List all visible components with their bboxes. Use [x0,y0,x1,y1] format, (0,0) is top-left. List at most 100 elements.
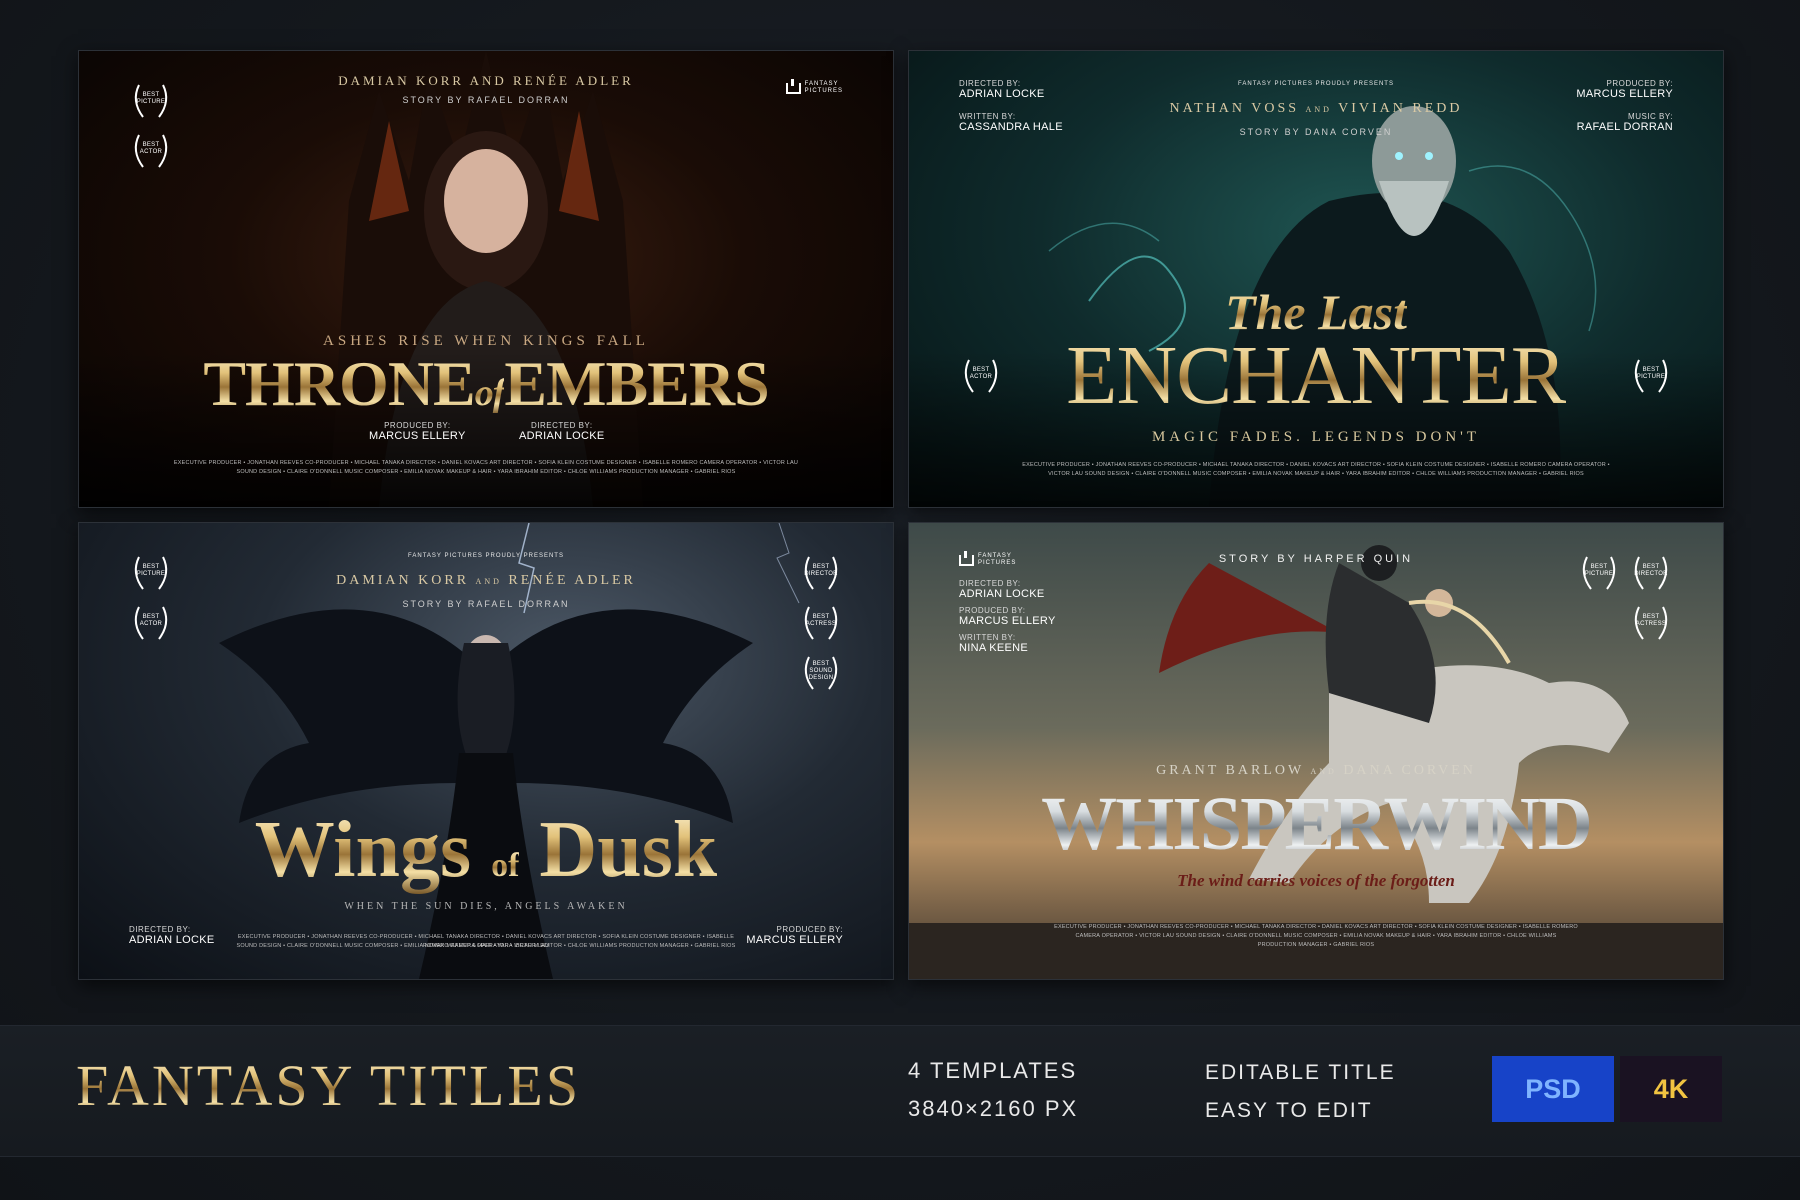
laurel-text: BEST [812,564,830,570]
credit-role: PRODUCED BY: [384,421,451,430]
laurel-text: BEST [1590,564,1608,570]
laurel-text: BEST [812,614,830,620]
laurel-award: BEST DIRECTOR [1629,553,1673,593]
story-credit: STORY BY RAFAEL DORRAN [402,95,570,105]
4k-badge: 4K [1620,1056,1722,1122]
laurel-award: BEST ACTRESS [1629,603,1673,643]
laurel-text: ACTOR [139,149,163,155]
feature-templates: 4 TEMPLATES 3840×2160 PX [908,1052,1078,1128]
laurel-text: BEST [1642,564,1660,570]
laurel-award: BEST PICTURE [129,553,173,593]
cast-names: DAMIAN KORR AND RENÉE ADLER [338,73,634,88]
feature-line: EDITABLE TITLE [1205,1061,1396,1084]
laurel-award: BEST SOUND DESIGN [799,653,843,693]
poster-the-last-enchanter[interactable]: FANTASY PICTURES PROUDLY PRESENTS NATHAN… [908,50,1724,508]
psd-badge: PSD [1492,1056,1614,1122]
billing-block-line: PRODUCTION MANAGER • GABRIEL RIOS [1257,942,1375,948]
laurel-text: BEST [812,661,830,667]
movie-title: THRONEofEMBERS [79,347,893,421]
laurel-text: BEST [142,142,160,148]
story-credit: STORY BY RAFAEL DORRAN [402,599,570,609]
credit-name: ADRIAN LOCKE [959,588,1045,600]
presents-line: FANTASY PICTURES PROUDLY PRESENTS [408,553,564,559]
cast-name: NATHAN VOSS [1169,101,1300,116]
billing-block-line: CAMERA OPERATOR • VICTOR LAU SOUND DESIG… [1075,933,1557,939]
cast-name: VIVIAN REDD [1338,101,1463,116]
studio-logo: FANTASY PICTURES [785,78,843,95]
cast-and: AND [1305,105,1332,114]
feature-line: 3840×2160 PX [908,1096,1079,1121]
cast-name: RENÉE ADLER [508,573,636,588]
billing-block-line: EXECUTIVE PRODUCER • JONATHAN REEVES CO-… [173,460,799,466]
poster-throne-of-embers[interactable]: DAMIAN KORR AND RENÉE ADLER STORY BY RAF… [78,50,894,508]
movie-title: ENCHANTER [909,327,1723,424]
cast-names: GRANT BARLOW AND DANA CORVEN [909,763,1723,779]
laurel-text: ACTOR [139,621,163,627]
laurel-award: BEST PICTURE [1577,553,1621,593]
title-word: THRONE [203,348,475,419]
credit-role: MUSIC BY: [1628,112,1673,121]
movie-title: WHISPERWIND [909,781,1723,868]
laurel-award: BEST ACTOR [129,603,173,643]
director-credit: DIRECTED BY: ADRIAN LOCKE [519,421,605,442]
cast-names: DAMIAN KORR AND RENÉE ADLER [79,573,893,589]
laurel-text: BEST [142,92,160,98]
credit-name: ADRIAN LOCKE [959,88,1045,100]
feature-line: 4 TEMPLATES [908,1058,1078,1083]
title-word: EMBERS [504,348,769,419]
billing-block-line: EXECUTIVE PRODUCER • JONATHAN REEVES CO-… [1054,924,1578,930]
brand-title: FANTASY TITLES [76,1052,581,1119]
credit-role: WRITTEN BY: [959,112,1016,121]
credit-role: DIRECTED BY: [959,579,1021,588]
left-credits: DIRECTED BY: ADRIAN LOCKE WRITTEN BY: CA… [959,79,1063,133]
laurel-text: ACTRESS [805,621,837,627]
studio-crown-icon [785,78,801,94]
laurel-text: PICTURE [1584,571,1614,577]
laurel-text: DIRECTOR [804,571,838,577]
cast-name: GRANT BARLOW [1156,763,1304,778]
laurel-award: BEST DIRECTOR [799,553,843,593]
laurel-text: SOUND [809,668,833,674]
credit-role: PRODUCED BY: [959,606,1026,615]
credit-name: CASSANDRA HALE [959,121,1063,133]
credit-name: MARCUS ELLERY [959,615,1056,627]
billing-block-line: VICTOR LAU SOUND DESIGN • CLAIRE O'DONNE… [1048,471,1584,477]
logo-line: PICTURES [804,88,843,94]
cast-name: DAMIAN KORR [336,573,470,588]
laurel-text: ACTRESS [1635,621,1667,627]
laurel-text: BEST [142,564,160,570]
brand-text: FANTASY TITLES [76,1053,582,1118]
billing-block-line: SOUND DESIGN • CLAIRE O'DONNELL MUSIC CO… [236,469,736,475]
credit-role: DIRECTED BY: [530,421,593,430]
billing-block-line: SOUND DESIGN • CLAIRE O'DONNELL MUSIC CO… [236,943,736,949]
laurel-award: BEST PICTURE [129,81,173,121]
title-word: WHISPERWIND [1041,782,1593,866]
billing-block-line: EXECUTIVE PRODUCER • JONATHAN REEVES CO-… [1022,462,1610,468]
laurel-text: DIRECTOR [1634,571,1668,577]
right-credits: PRODUCED BY: MARCUS ELLERY MUSIC BY: RAF… [1576,79,1673,133]
credit-role: DIRECTED BY: [959,79,1021,88]
cast-name: DANA CORVEN [1343,763,1476,778]
laurel-award: BEST ACTOR [129,131,173,171]
title-word: of [474,372,506,414]
credit-role: WRITTEN BY: [959,633,1016,642]
laurel-text: BEST [142,614,160,620]
laurel-text: PICTURE [136,571,166,577]
poster-whisperwind[interactable]: FANTASY PICTURES STORY BY HARPER QUIN DIR… [908,522,1724,980]
tagline: The wind carries voices of the forgotten [1177,871,1455,890]
producer-credit: PRODUCED BY: MARCUS ELLERY [369,421,466,442]
tagline: WHEN THE SUN DIES, ANGELS AWAKEN [344,901,628,912]
feature-editable: EDITABLE TITLE EASY TO EDIT [1205,1054,1396,1130]
throne-art [79,51,893,507]
logo-line: FANTASY [804,81,839,87]
credit-name: MARCUS ELLERY [1576,88,1673,100]
laurel-text: PICTURE [136,99,166,105]
poster-wings-of-dusk[interactable]: FANTASY PICTURES PROUDLY PRESENTS DAMIAN… [78,522,894,980]
4k-badge-label: 4K [1653,1073,1689,1104]
credit-name: NINA KEENE [959,642,1029,654]
feature-line: EASY TO EDIT [1205,1099,1373,1122]
title-word: of [491,847,520,884]
cast-and: AND [1310,767,1337,776]
credit-role: PRODUCED BY: [1606,79,1673,88]
tagline: MAGIC FADES. LEGENDS DON'T [1151,429,1481,445]
